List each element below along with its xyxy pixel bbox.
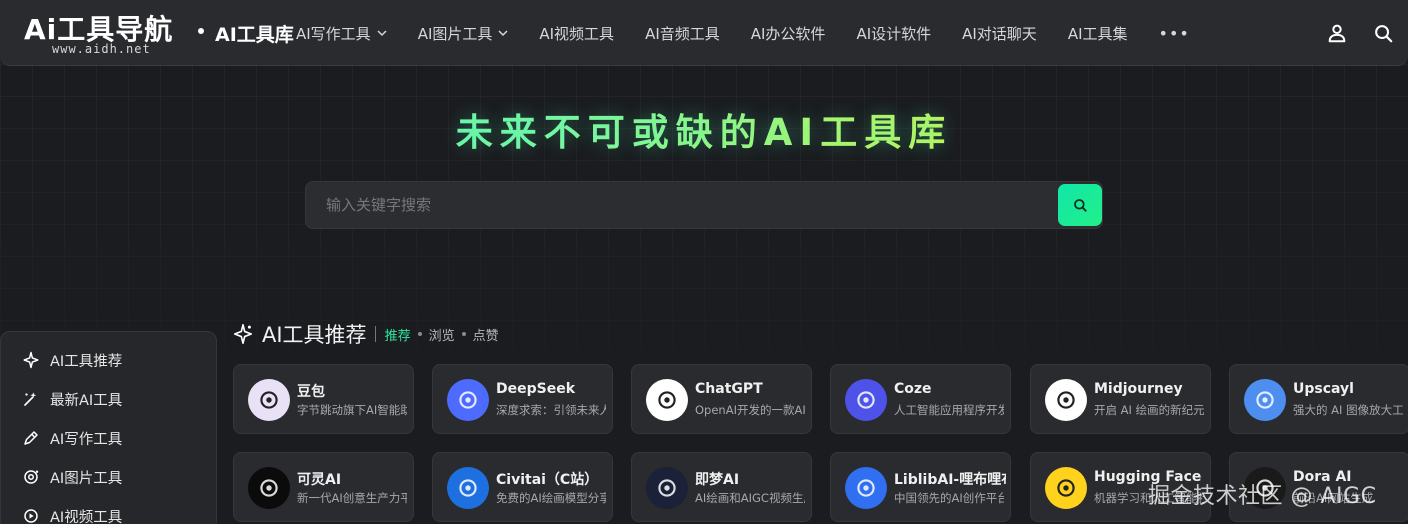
site-logo[interactable]: Ai工具导航 www.aidh.net — [24, 8, 184, 58]
tool-card-name: Coze — [894, 381, 932, 397]
search-icon[interactable] — [1372, 22, 1394, 44]
tool-card-desc: 深度求索：引领未来人工智能 — [496, 403, 606, 417]
tool-card[interactable]: 即梦AI AI绘画和AIGC视频生成平台 — [631, 452, 812, 522]
tool-card-name: Midjourney — [1094, 381, 1183, 397]
nav-item-6[interactable]: AI对话聊天 — [962, 23, 1037, 44]
tool-card[interactable]: Civitai（C站） 免费的AI绘画模型分享平台 — [432, 452, 613, 522]
nav-item-label: AI办公软件 — [750, 24, 826, 43]
nav-item-0[interactable]: AI写作工具 — [296, 23, 387, 44]
sidebar-item-writing[interactable]: AI写作工具 — [21, 426, 122, 450]
doubao-avatar-icon — [248, 379, 290, 421]
sidebar-item-label: AI图片工具 — [50, 470, 123, 487]
tool-card[interactable]: Coze 人工智能应用程序开发平台 — [830, 364, 1011, 434]
section-header: AI工具推荐 推荐 浏览 点赞 — [232, 319, 499, 349]
coze-ghost-icon — [845, 379, 887, 421]
sidebar-item-label: AI写作工具 — [50, 431, 123, 448]
deepseek-whale-icon — [447, 379, 489, 421]
tab-like[interactable]: 点赞 — [473, 325, 499, 344]
nav-item-3[interactable]: AI音频工具 — [645, 23, 720, 44]
watermark: 掘金技术社区 @ AIGC — [1148, 484, 1377, 509]
new-tools-icon — [21, 389, 41, 409]
hero-search-input[interactable] — [306, 182, 1056, 228]
openai-icon — [646, 379, 688, 421]
user-icon[interactable] — [1326, 22, 1348, 44]
tool-card-name: Civitai（C站） — [496, 472, 599, 488]
tab-dot — [461, 332, 466, 336]
site-name[interactable]: AI工具库 — [215, 20, 294, 47]
tool-card[interactable]: DeepSeek 深度求索：引领未来人工智能 — [432, 364, 613, 434]
hero-search-button[interactable] — [1058, 184, 1102, 226]
pen-icon — [21, 428, 41, 448]
tool-card-desc: OpenAI开发的一款AI聊天机器人 — [695, 403, 805, 417]
nav-item-5[interactable]: AI设计软件 — [856, 23, 931, 44]
tool-card-name: 豆包 — [297, 384, 325, 400]
sidebar-item-recommend[interactable]: AI工具推荐 — [21, 348, 122, 372]
tool-card-desc: 开启 AI 绘画的新纪元 — [1094, 403, 1204, 417]
nav-item-label: AI图片工具 — [417, 24, 493, 43]
civitai-icon — [447, 467, 489, 509]
logo-sub-text: www.aidh.net — [52, 42, 151, 56]
kling-icon — [248, 467, 290, 509]
nav-more-button[interactable]: ••• — [1159, 24, 1190, 43]
tool-card[interactable]: LiblibAI-哩布哩布AI 中国领先的AI创作平台 — [830, 452, 1011, 522]
sidebar-item-label: 最新AI工具 — [50, 392, 123, 409]
sidebar-item-video[interactable]: AI视频工具 — [21, 504, 122, 524]
tool-card-desc: AI绘画和AIGC视频生成平台 — [695, 491, 805, 505]
tool-card-name: 可灵AI — [297, 472, 342, 488]
upscayl-icon — [1244, 379, 1286, 421]
tool-card[interactable]: 豆包字节跳动旗下AI智能助手 — [233, 364, 414, 434]
nav-item-label: AI工具集 — [1067, 24, 1128, 43]
nav-item-label: AI写作工具 — [296, 24, 371, 43]
sidebar-item-label: AI视频工具 — [50, 509, 123, 524]
tool-card-name: LiblibAI-哩布哩布AI — [894, 472, 1006, 488]
nav-item-4[interactable]: AI办公软件 — [751, 23, 826, 44]
tool-card-name: 即梦AI — [695, 472, 740, 488]
sparkle-icon — [21, 350, 41, 370]
sparkle-icon — [233, 324, 253, 344]
nav-item-2[interactable]: AI视频工具 — [539, 23, 614, 44]
nav-item-label: AI音频工具 — [645, 24, 720, 43]
tab-browse[interactable]: 浏览 — [429, 325, 455, 344]
tool-card-desc: 字节跳动旗下AI智能助手 — [297, 403, 407, 417]
hugging-face-icon — [1045, 467, 1087, 509]
tool-card-name: DeepSeek — [496, 381, 576, 397]
search-button-icon — [1074, 199, 1087, 212]
liblib-icon — [845, 467, 887, 509]
tab-recommend[interactable]: 推荐 — [385, 325, 411, 344]
category-sidebar: AI工具推荐 最新AI工具 AI写作工具 AI图片工具 AI视频工具 — [0, 331, 217, 524]
tool-card[interactable]: ChatGPT OpenAI开发的一款AI聊天机器人 — [631, 364, 812, 434]
hero-search-box — [305, 181, 1103, 229]
midjourney-boat-icon — [1045, 379, 1087, 421]
tool-card-desc: 免费的AI绘画模型分享平台 — [496, 491, 606, 505]
tool-card-desc: 中国领先的AI创作平台 — [894, 491, 1004, 505]
tool-card[interactable]: Midjourney 开启 AI 绘画的新纪元 — [1030, 364, 1211, 434]
tool-card[interactable]: Upscayl 强大的 AI 图像放大工具 — [1229, 364, 1408, 434]
section-divider — [374, 326, 376, 342]
tool-card-desc: 新一代AI创意生产力平台 — [297, 491, 407, 505]
sidebar-item-new[interactable]: 最新AI工具 — [21, 387, 122, 411]
tool-card-desc: 强大的 AI 图像放大工具 — [1293, 403, 1403, 417]
chevron-down-icon — [498, 30, 508, 37]
sidebar-item-image[interactable]: AI图片工具 — [21, 465, 122, 489]
sidebar-item-label: AI工具推荐 — [50, 353, 123, 370]
tool-card-name: ChatGPT — [695, 381, 763, 397]
tool-card-name: Upscayl — [1293, 381, 1354, 397]
tab-dot — [417, 332, 422, 336]
main-nav: AI写作工具 AI图片工具 AI视频工具 AI音频工具 AI办公软件 AI设计软件 AI对话… — [296, 0, 1190, 66]
image-icon — [21, 467, 41, 487]
section-title: AI工具推荐 — [262, 323, 367, 347]
nav-item-label: AI对话聊天 — [962, 24, 1037, 43]
title-dot — [198, 28, 204, 34]
hero-title: 未来不可或缺的AI工具库 — [0, 102, 1408, 156]
chevron-down-icon — [377, 30, 387, 37]
video-icon — [21, 506, 41, 524]
nav-item-1[interactable]: AI图片工具 — [418, 23, 509, 44]
top-header: Ai工具导航 www.aidh.net AI工具库 AI写作工具 AI图片工具 AI… — [0, 0, 1408, 66]
tool-card-desc: 人工智能应用程序开发平台 — [894, 403, 1004, 417]
nav-item-7[interactable]: AI工具集 — [1068, 23, 1128, 44]
tool-card[interactable]: 可灵AI 新一代AI创意生产力平台 — [233, 452, 414, 522]
jimeng-icon — [646, 467, 688, 509]
nav-item-label: AI设计软件 — [856, 24, 932, 43]
nav-item-label: AI视频工具 — [539, 24, 615, 43]
